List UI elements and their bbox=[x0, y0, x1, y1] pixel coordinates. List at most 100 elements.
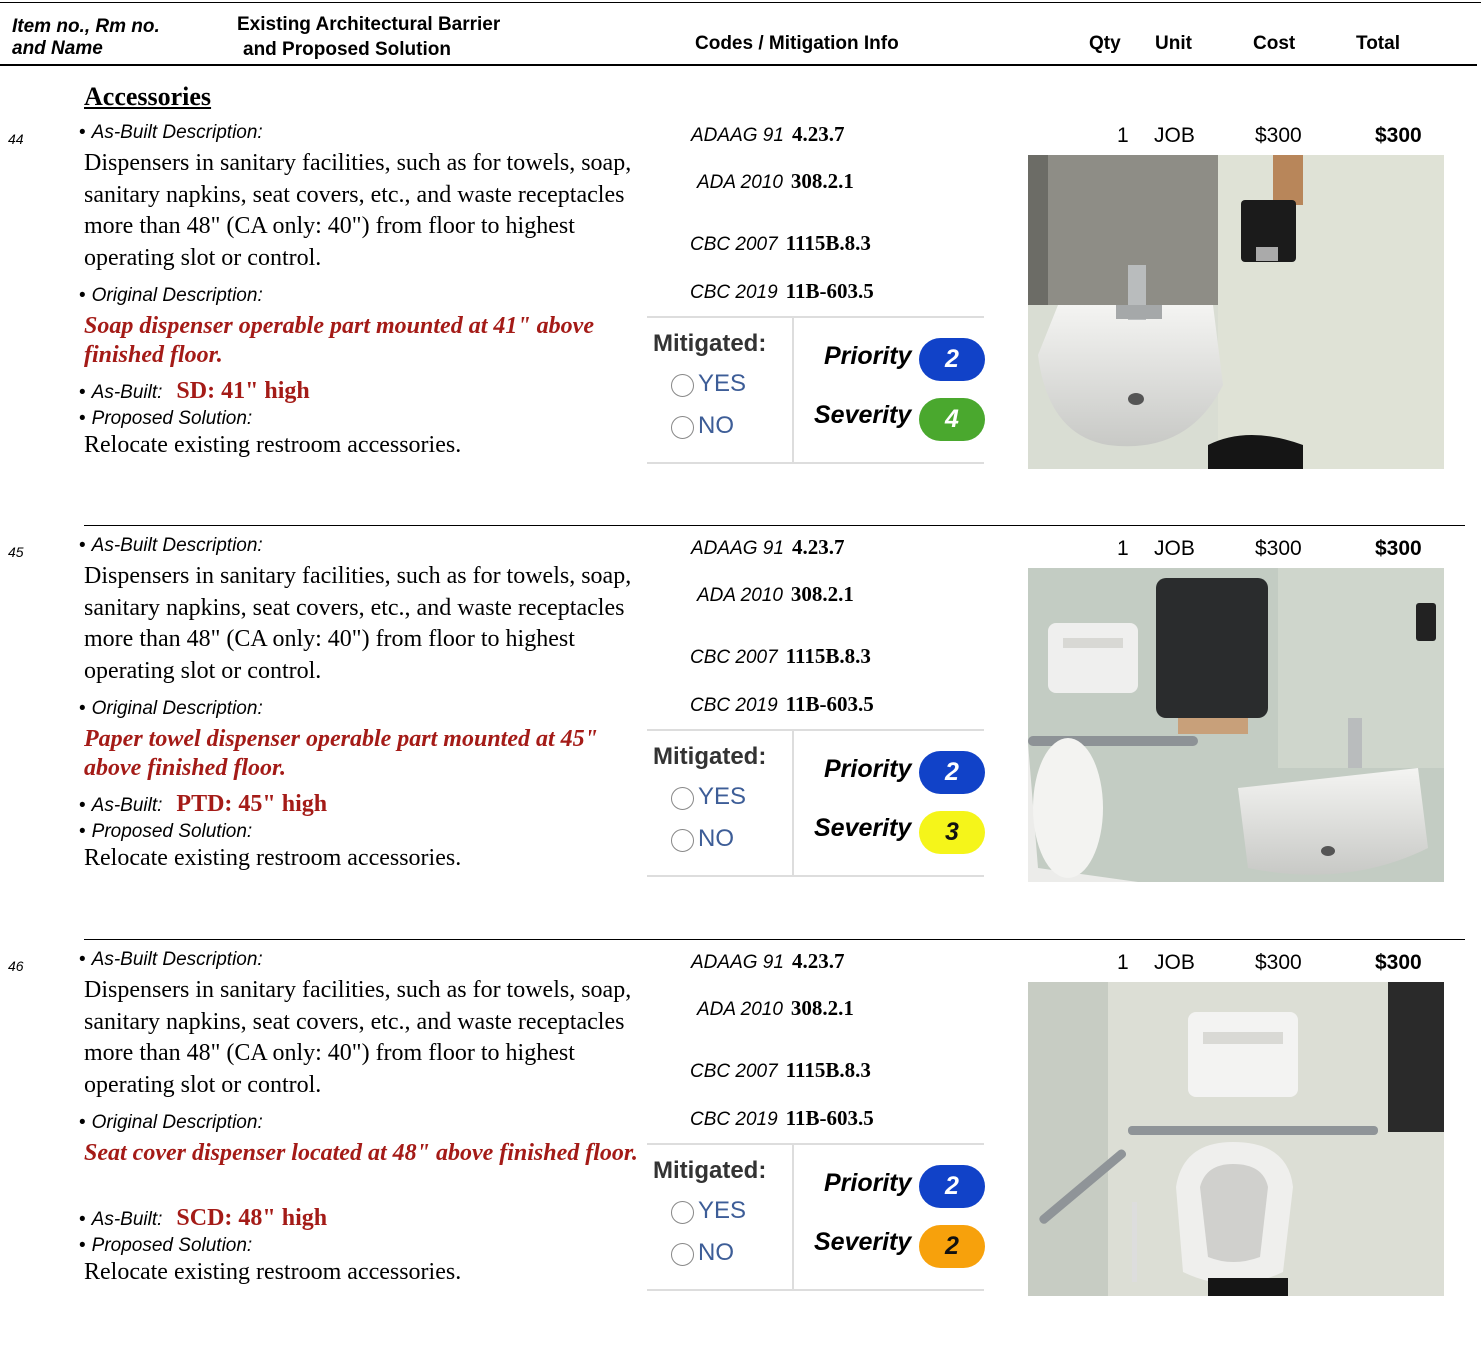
severity-label: Severity bbox=[814, 1228, 912, 1256]
proposed-solution-label: • Proposed Solution: bbox=[79, 1235, 253, 1256]
priority-badge: 2 bbox=[919, 1165, 985, 1208]
severity-badge: 3 bbox=[919, 811, 985, 854]
code-row: ADAAG 91 4.23.7 bbox=[691, 535, 845, 559]
mitigated-no-radio[interactable]: NO bbox=[671, 1239, 734, 1267]
severity-label: Severity bbox=[814, 401, 912, 429]
mitigation-box: Mitigated: YES NO Priority 2 Severity 3 bbox=[647, 729, 985, 877]
proposed-solution-label: • Proposed Solution: bbox=[79, 821, 253, 842]
header-top-rule bbox=[0, 2, 1481, 3]
header-barrier-line1: Existing Architectural Barrier bbox=[237, 14, 501, 35]
code-row: CBC 2007 1115B.8.3 bbox=[690, 644, 871, 668]
barrier-item: 44 • As-Built Description: Dispensers in … bbox=[0, 112, 1481, 482]
header-item-line1: Item no., Rm no. bbox=[12, 16, 160, 37]
proposed-solution-label: • Proposed Solution: bbox=[79, 408, 253, 429]
radio-circle-icon bbox=[671, 1243, 694, 1266]
header-barrier-line2: and Proposed Solution bbox=[243, 39, 451, 60]
total-value: $300 bbox=[1375, 951, 1422, 974]
priority-label: Priority bbox=[824, 1169, 912, 1197]
code-row: ADA 2010 308.2.1 bbox=[697, 169, 854, 193]
header-unit: Unit bbox=[1155, 33, 1192, 54]
item-separator bbox=[84, 525, 1465, 526]
item-number: 45 bbox=[8, 544, 24, 560]
priority-badge: 2 bbox=[919, 751, 985, 794]
code-row: ADAAG 91 4.23.7 bbox=[691, 122, 845, 146]
original-description: Soap dispenser operable part mounted at … bbox=[84, 313, 594, 368]
photo bbox=[1028, 155, 1444, 469]
original-description-label: • Original Description: bbox=[79, 1112, 263, 1133]
qty-value: 1 bbox=[1117, 951, 1129, 974]
mitigated-label: Mitigated: bbox=[653, 1157, 767, 1184]
proposed-solution: Relocate existing restroom accessories. bbox=[84, 1259, 462, 1285]
radio-circle-icon bbox=[671, 787, 694, 810]
radio-circle-icon bbox=[671, 829, 694, 852]
item-description: Dispensers in sanitary facilities, such … bbox=[84, 150, 632, 271]
cost-value: $300 bbox=[1255, 951, 1302, 974]
code-row: ADA 2010 308.2.1 bbox=[697, 996, 854, 1020]
original-description-label: • Original Description: bbox=[79, 285, 263, 306]
mitigated-yes-radio[interactable]: YES bbox=[671, 783, 746, 811]
mitigated-yes-radio[interactable]: YES bbox=[671, 1197, 746, 1225]
original-description: Paper towel dispenser operable part moun… bbox=[84, 726, 598, 781]
cost-value: $300 bbox=[1255, 124, 1302, 147]
as-built-value: SCD: 48" high bbox=[176, 1205, 328, 1231]
mitigated-no-radio[interactable]: NO bbox=[671, 825, 734, 853]
cost-value: $300 bbox=[1255, 537, 1302, 560]
code-row: CBC 2007 1115B.8.3 bbox=[690, 1058, 871, 1082]
priority-label: Priority bbox=[824, 342, 912, 370]
code-row: ADAAG 91 4.23.7 bbox=[691, 949, 845, 973]
original-description: Seat cover dispenser located at 48" abov… bbox=[84, 1140, 638, 1166]
radio-circle-icon bbox=[671, 374, 694, 397]
code-row: CBC 2007 1115B.8.3 bbox=[690, 231, 871, 255]
header-codes: Codes / Mitigation Info bbox=[695, 33, 899, 54]
unit-value: JOB bbox=[1154, 951, 1195, 974]
unit-value: JOB bbox=[1154, 124, 1195, 147]
as-built-row: • As-Built: SD: 41" high bbox=[79, 378, 310, 404]
header-item-column: Item no., Rm no. and Name bbox=[12, 16, 212, 60]
photo bbox=[1028, 982, 1444, 1296]
qty-value: 1 bbox=[1117, 124, 1129, 147]
photo bbox=[1028, 568, 1444, 882]
total-value: $300 bbox=[1375, 537, 1422, 560]
item-number: 46 bbox=[8, 958, 24, 974]
mitigated-no-radio[interactable]: NO bbox=[671, 412, 734, 440]
priority-label: Priority bbox=[824, 755, 912, 783]
severity-badge: 2 bbox=[919, 1225, 985, 1268]
code-row: CBC 2019 11B-603.5 bbox=[690, 1106, 874, 1130]
severity-badge: 4 bbox=[919, 398, 985, 441]
barrier-item: 45 • As-Built Description: Dispensers in … bbox=[0, 525, 1481, 895]
mitigation-box: Mitigated: YES NO Priority 2 Severity 2 bbox=[647, 1143, 985, 1291]
as-built-description-label: • As-Built Description: bbox=[79, 535, 263, 556]
total-value: $300 bbox=[1375, 124, 1422, 147]
proposed-solution: Relocate existing restroom accessories. bbox=[84, 432, 462, 458]
item-description: Dispensers in sanitary facilities, such … bbox=[84, 563, 632, 684]
header-cost: Cost bbox=[1253, 33, 1296, 54]
radio-circle-icon bbox=[671, 1201, 694, 1224]
section-title: Accessories bbox=[84, 82, 212, 111]
proposed-solution: Relocate existing restroom accessories. bbox=[84, 845, 462, 871]
header-item-line2: and Name bbox=[12, 38, 103, 59]
as-built-row: • As-Built: PTD: 45" high bbox=[79, 791, 328, 817]
code-row: CBC 2019 11B-603.5 bbox=[690, 692, 874, 716]
header-bottom-rule bbox=[0, 64, 1477, 66]
as-built-row: • As-Built: SCD: 48" high bbox=[79, 1205, 328, 1231]
code-row: CBC 2019 11B-603.5 bbox=[690, 279, 874, 303]
header-barrier-column: Existing Architectural Barrier and Propo… bbox=[237, 12, 597, 62]
header-qty: Qty bbox=[1089, 33, 1121, 54]
mitigated-label: Mitigated: bbox=[653, 330, 767, 357]
barrier-item: 46 • As-Built Description: Dispensers in … bbox=[0, 939, 1481, 1309]
qty-value: 1 bbox=[1117, 537, 1129, 560]
original-description-label: • Original Description: bbox=[79, 698, 263, 719]
mitigated-yes-radio[interactable]: YES bbox=[671, 370, 746, 398]
radio-circle-icon bbox=[671, 416, 694, 439]
as-built-description-label: • As-Built Description: bbox=[79, 949, 263, 970]
item-description: Dispensers in sanitary facilities, such … bbox=[84, 977, 632, 1098]
mitigation-box: Mitigated: YES NO Priority 2 Severity 4 bbox=[647, 316, 985, 464]
mitigated-label: Mitigated: bbox=[653, 743, 767, 770]
code-row: ADA 2010 308.2.1 bbox=[697, 582, 854, 606]
header-total: Total bbox=[1356, 33, 1400, 54]
item-separator bbox=[84, 939, 1465, 940]
priority-badge: 2 bbox=[919, 338, 985, 381]
as-built-description-label: • As-Built Description: bbox=[79, 122, 263, 143]
severity-label: Severity bbox=[814, 814, 912, 842]
as-built-value: SD: 41" high bbox=[176, 378, 310, 404]
